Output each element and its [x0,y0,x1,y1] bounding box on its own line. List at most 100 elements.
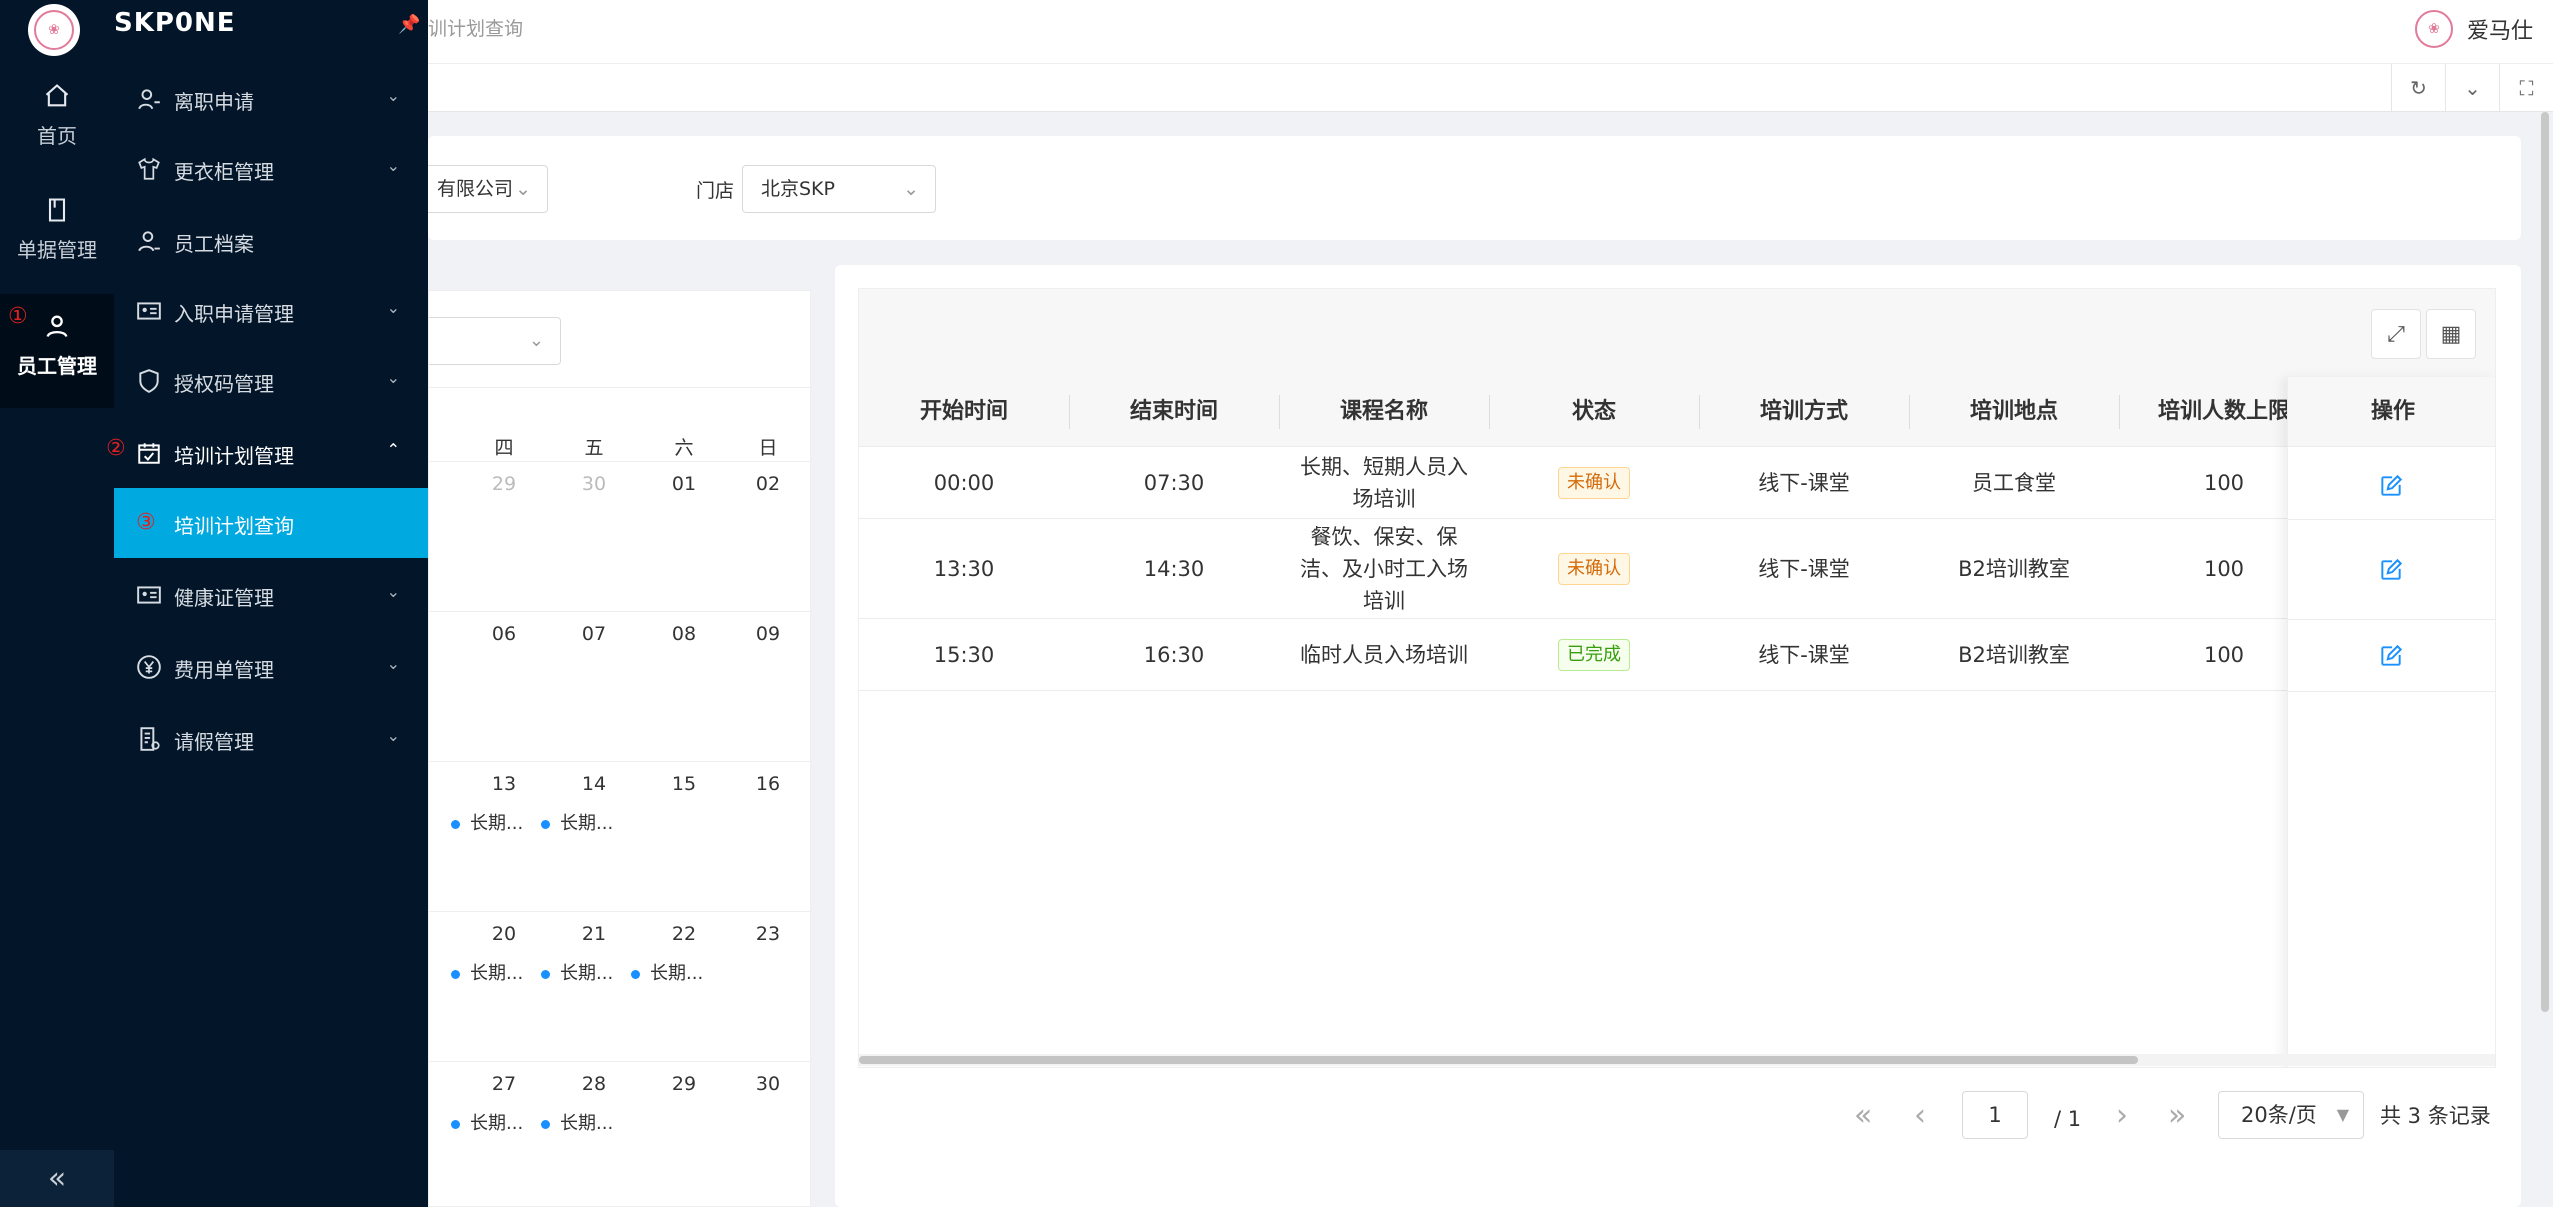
column-header-status[interactable]: 状态 [1489,377,1699,447]
page-scrollbar[interactable] [2537,112,2553,1207]
company-select[interactable]: 有限公司 ⌄ [418,165,548,213]
course-name: 临时人员入场培训 [1300,643,1468,667]
leave-doc-icon [140,727,160,751]
calendar-date[interactable]: 29 [639,1073,729,1095]
page-size-select[interactable]: 20条/页 ▼ [2218,1091,2364,1139]
edit-icon[interactable] [2378,473,2404,499]
rail-item-documents[interactable]: 单据管理 [0,196,114,276]
table-horizontal-scrollbar[interactable] [859,1054,2495,1066]
table-row: 15:30 16:30 临时人员入场培训 已完成 线下-课堂 B2培训教室 10… [859,619,2495,691]
event-dot-icon [541,969,550,979]
rail-item-home[interactable]: 首页 [0,82,114,162]
column-header-end[interactable]: 结束时间 [1069,377,1279,447]
edit-icon[interactable] [2378,643,2404,669]
page-scrollbar-thumb[interactable] [2541,112,2549,1012]
column-settings-icon[interactable]: ▦ [2426,309,2476,359]
total-pages: / 1 [2054,1107,2082,1131]
pin-icon[interactable]: 📌 [398,14,420,35]
column-header-start[interactable]: 开始时间 [859,377,1069,447]
first-page-icon[interactable]: « [1854,1090,1872,1142]
column-header-course[interactable]: 课程名称 [1279,377,1489,447]
rail-item-label: 员工管理 [17,354,97,378]
cell-mode: 线下-课堂 [1758,471,1850,495]
calendar-date[interactable]: 29 [459,473,549,495]
calendar-date[interactable]: 06 [459,623,549,645]
menu-item-expense[interactable]: 费用单管理 ⌄ [114,632,428,702]
event-dot-icon [451,819,460,829]
calendar-event[interactable]: 长期... [541,809,613,835]
calendar-date[interactable]: 14 [549,773,639,795]
health-card-icon [137,586,161,604]
next-page-icon[interactable]: › [2116,1090,2128,1142]
column-header-place[interactable]: 培训地点 [1909,377,2119,447]
chevron-down-icon[interactable]: ⌄ [2445,64,2499,112]
calendar-event[interactable]: 长期... [631,959,703,985]
calendar-event[interactable]: 长期... [451,959,523,985]
cell-mode: 线下-课堂 [1758,643,1850,667]
calendar-month-select[interactable]: ⌄ [429,317,561,365]
table-scrollbar-thumb[interactable] [859,1056,2138,1064]
breadcrumb[interactable]: 训计划查询 [428,14,523,41]
expand-icon[interactable]: ⤢ [2371,309,2421,359]
menu-item-health-cert[interactable]: 健康证管理 ⌄ [114,560,428,630]
cell-place: 员工食堂 [1972,471,2056,495]
calendar-event[interactable]: 长期... [541,1109,613,1135]
calendar-date[interactable]: 28 [549,1073,639,1095]
menu-item-onboarding[interactable]: 入职申请管理 ⌄ [114,276,428,346]
column-header-mode[interactable]: 培训方式 [1699,377,1909,447]
menu-item-employee-profile[interactable]: 员工档案 [114,206,428,276]
menu-item-training-plan[interactable]: 培训计划管理 ⌃ [114,418,428,488]
calendar-date[interactable]: 08 [639,623,729,645]
cell-status: 未确认 [1489,447,1699,519]
calendar-date[interactable]: 30 [723,1073,813,1095]
row-divider [2288,691,2495,692]
rail-item-label: 首页 [37,124,77,148]
menu-item-auth-code[interactable]: 授权码管理 ⌄ [114,346,428,416]
calendar-date[interactable]: 27 [459,1073,549,1095]
calendar-date[interactable]: 09 [723,623,813,645]
calendar-event-label: 长期... [470,813,524,834]
calendar-date[interactable]: 15 [639,773,729,795]
menu-item-resignation[interactable]: 离职申请 ⌄ [114,64,428,134]
calendar-date[interactable]: 21 [549,923,639,945]
refresh-icon[interactable]: ↻ [2391,64,2445,112]
brand-name: SKP0NE [114,8,236,38]
page-number-input[interactable]: 1 [1962,1091,2028,1139]
row-divider [2288,619,2495,620]
shirt-icon [138,157,160,180]
cell-place: B2培训教室 [1958,643,2070,667]
user-menu[interactable]: ❀ 爱马仕 [2414,10,2533,48]
collapse-sidebar-icon[interactable]: « [0,1150,114,1207]
menu-item-label: 培训计划查询 [174,514,294,538]
calendar-date[interactable]: 13 [459,773,549,795]
menu-item-leave[interactable]: 请假管理 ⌄ [114,704,428,774]
menu-item-training-plan-query[interactable]: ③ 培训计划查询 [114,488,428,558]
cell-start: 15:30 [933,643,995,667]
calendar-date[interactable]: 20 [459,923,549,945]
calendar-date[interactable]: 07 [549,623,639,645]
table-toolbar: ⤢ ▦ [859,289,2495,377]
menu-item-locker[interactable]: 更衣柜管理 ⌄ [114,134,428,204]
calendar-event[interactable]: 长期... [541,959,613,985]
fullscreen-icon[interactable]: ⛶ [2499,64,2553,112]
page-size-value: 20条/页 [2241,1103,2317,1127]
calendar-date[interactable]: 16 [723,773,813,795]
chevron-down-icon: ⌄ [386,726,400,745]
calendar-event[interactable]: 长期... [451,809,523,835]
status-badge: 未确认 [1558,467,1630,499]
calendar-date[interactable]: 30 [549,473,639,495]
calendar-date[interactable]: 01 [639,473,729,495]
calendar-date[interactable]: 02 [723,473,813,495]
cell-end: 14:30 [1143,557,1205,581]
calendar-event[interactable]: 长期... [451,1109,523,1135]
calendar-date[interactable]: 22 [639,923,729,945]
filter-card: 有限公司 ⌄ 门店 北京SKP ⌄ [418,136,2521,240]
brand-logo[interactable]: ❀ [28,4,80,56]
prev-page-icon[interactable]: ‹ [1914,1090,1926,1142]
store-select[interactable]: 北京SKP ⌄ [742,165,936,213]
menu-item-label: 培训计划管理 [174,444,294,468]
calendar-date[interactable]: 23 [723,923,813,945]
last-page-icon[interactable]: » [2168,1090,2186,1142]
menu-item-label: 入职申请管理 [174,302,294,326]
edit-icon[interactable] [2378,557,2404,583]
